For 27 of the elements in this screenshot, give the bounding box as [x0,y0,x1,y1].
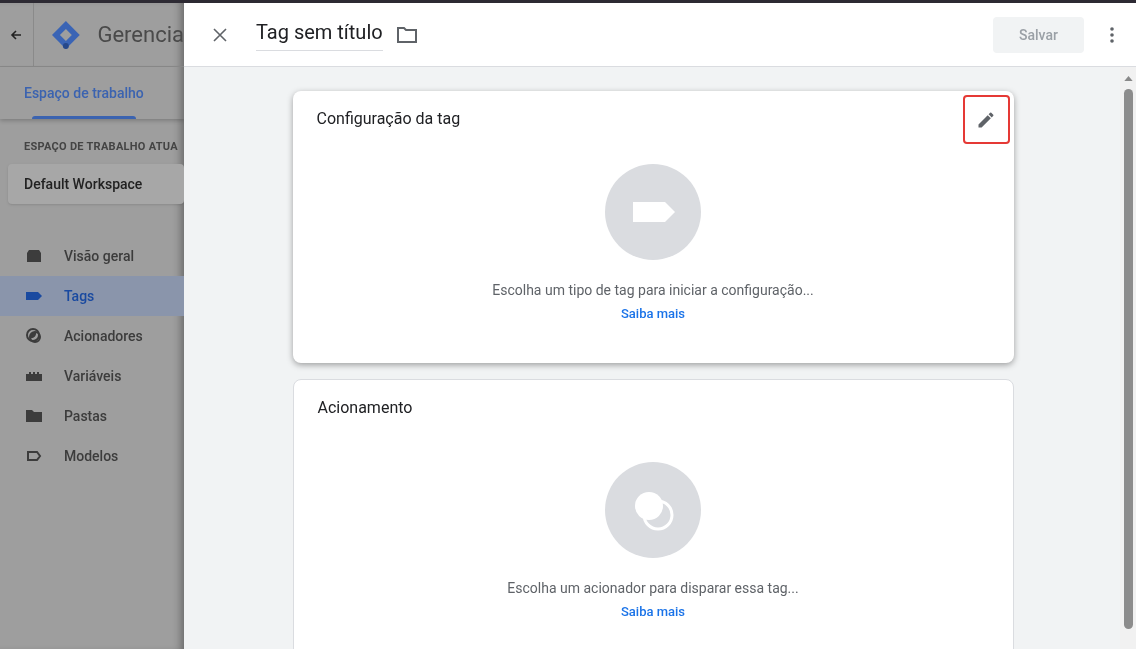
card-title: Acionamento [317,397,413,419]
workspace-tab[interactable]: Espaço de trabalho [24,67,144,119]
nav-item[interactable]: Variáveis [0,355,184,396]
scrollbar-thumb[interactable] [1123,89,1133,629]
app-title: Gerencia [97,21,184,49]
card-title: Configuração da tag [316,108,461,130]
diamond-logo-icon [49,18,82,51]
section-label: ESPAÇO DE TRABALHO ATUA [24,139,179,155]
more-vert-icon [1110,26,1114,43]
nav-item[interactable]: Acionadores [0,315,184,356]
learn-more-link[interactable]: Saiba mais [620,304,686,324]
trigger-icon [605,462,701,558]
close-icon [212,26,228,43]
workspace-selector[interactable]: Default Workspace [8,163,184,204]
tag-name-field[interactable]: Tag sem título [256,18,383,51]
pencil-icon [976,109,996,130]
card-hint: Escolha um acionador para disparar essa tag... [507,579,799,598]
edit-button[interactable] [962,95,1010,144]
nav-item[interactable]: Visão geral [0,235,184,276]
trigger-icon [24,325,44,346]
nav-item[interactable]: Modelos [0,435,184,476]
card-hint: Escolha um tipo de tag para iniciar a configuração... [492,281,814,300]
learn-more-link[interactable]: Saiba mais [620,602,686,622]
scroll-up-icon [1123,76,1133,81]
nav-item[interactable]: Tags [0,275,184,316]
nav-item[interactable]: Pastas [0,395,184,436]
tag-icon [605,164,701,260]
